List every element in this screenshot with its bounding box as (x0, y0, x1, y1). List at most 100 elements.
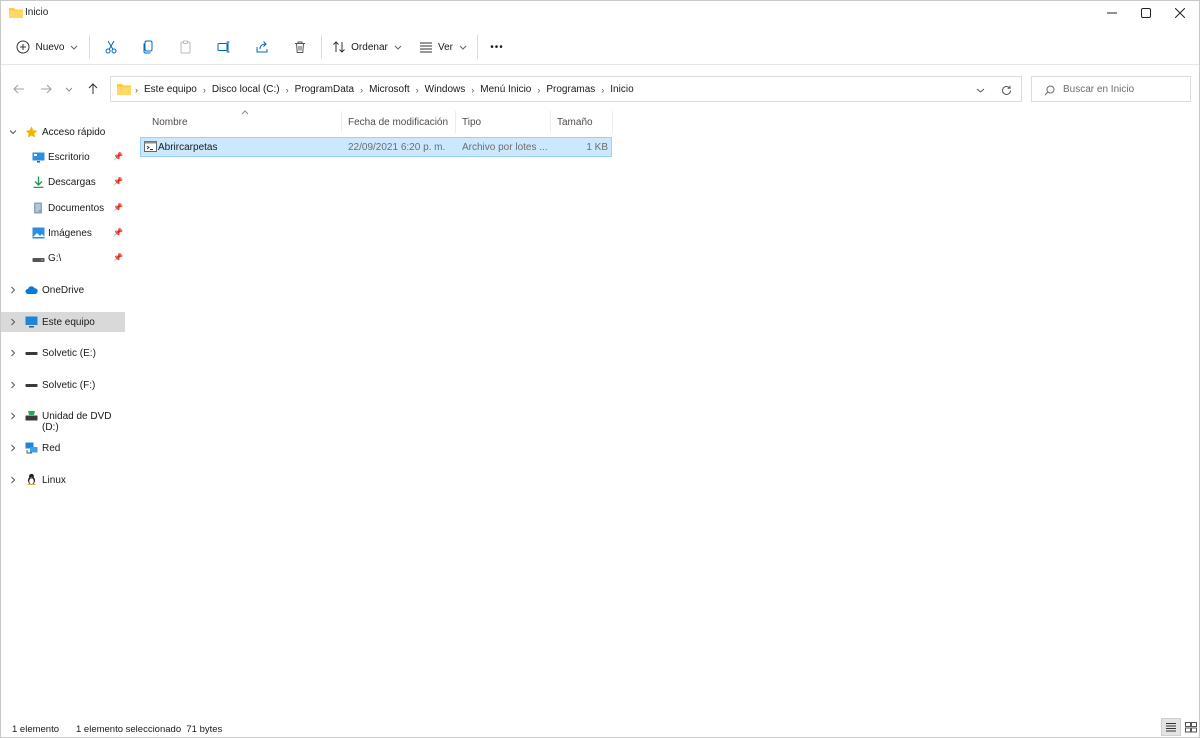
maximize-icon (1141, 8, 1151, 18)
chevron-right-icon[interactable] (9, 349, 17, 357)
copy-button[interactable] (136, 35, 160, 59)
minimize-button[interactable] (1093, 1, 1131, 25)
arrow-up-icon (88, 83, 98, 94)
sidebar-item-solvetic-f[interactable]: Solvetic (F:) (1, 375, 125, 395)
sidebar-item-quick-access[interactable]: Acceso rápido (1, 122, 125, 142)
sidebar-item-onedrive[interactable]: OneDrive (1, 280, 125, 300)
sidebar-item-pictures[interactable]: Imágenes 📌 (1, 223, 125, 243)
tiles-view-button[interactable] (1181, 718, 1200, 736)
column-header-modified[interactable]: Fecha de modificación (348, 117, 448, 128)
pictures-icon (32, 227, 45, 239)
sidebar-item-downloads[interactable]: Descargas 📌 (1, 172, 125, 192)
new-button[interactable]: Nuevo (13, 35, 81, 59)
new-label: Nuevo (35, 41, 65, 53)
paste-button[interactable] (174, 35, 198, 59)
sidebar-item-g-drive[interactable]: G:\ 📌 (1, 248, 125, 268)
breadcrumb-item[interactable]: Windows (425, 84, 466, 95)
delete-button[interactable] (288, 35, 312, 59)
sidebar-item-desktop[interactable]: Escritorio 📌 (1, 147, 125, 167)
sort-button[interactable]: Ordenar (331, 35, 403, 59)
computer-icon (25, 316, 38, 328)
arrow-left-icon (13, 84, 24, 94)
breadcrumb-item[interactable]: Este equipo (144, 84, 197, 95)
dvd-icon (25, 411, 38, 421)
chevron-right-icon[interactable]: › (471, 85, 474, 95)
sidebar-item-solvetic-e[interactable]: Solvetic (E:) (1, 343, 125, 363)
breadcrumb-item[interactable]: Programas (546, 84, 595, 95)
maximize-button[interactable] (1127, 1, 1165, 25)
close-button[interactable] (1161, 1, 1199, 25)
cut-button[interactable] (99, 35, 123, 59)
column-divider[interactable] (612, 111, 613, 133)
sidebar-item-label: Acceso rápido (42, 127, 106, 138)
chevron-right-icon[interactable] (9, 412, 17, 420)
details-view-icon (1166, 722, 1176, 731)
paste-icon (180, 40, 191, 54)
breadcrumb-item[interactable]: ProgramData (295, 84, 354, 95)
sidebar-item-this-pc[interactable]: Este equipo (1, 312, 125, 332)
plus-circle-icon (16, 40, 30, 54)
drive-icon (25, 352, 38, 355)
view-button[interactable]: Ver (417, 35, 469, 59)
breadcrumb-item[interactable]: Microsoft (369, 84, 410, 95)
chevron-right-icon[interactable]: › (286, 85, 289, 95)
column-header-name[interactable]: Nombre (152, 117, 188, 128)
forward-button[interactable] (36, 79, 56, 99)
details-view-button[interactable] (1161, 718, 1181, 736)
more-options-button[interactable]: ••• (485, 35, 509, 59)
tiles-view-icon (1185, 721, 1197, 732)
sidebar-item-label: Escritorio (48, 152, 90, 163)
column-divider[interactable] (550, 111, 551, 133)
back-button[interactable] (9, 79, 29, 99)
sidebar-item-label: Solvetic (F:) (42, 380, 96, 391)
rename-button[interactable] (212, 35, 236, 59)
column-header-type[interactable]: Tipo (462, 117, 481, 128)
sidebar-item-network[interactable]: Red (1, 438, 125, 458)
sidebar-item-documents[interactable]: Documentos 📌 (1, 198, 125, 218)
status-item-count: 1 elemento (12, 724, 60, 735)
pin-icon: 📌 (113, 203, 123, 212)
chevron-right-icon[interactable]: › (360, 85, 363, 95)
column-header-size[interactable]: Tamaño (557, 117, 593, 128)
chevron-right-icon[interactable] (9, 476, 17, 484)
chevron-right-icon[interactable]: › (416, 85, 419, 95)
chevron-right-icon[interactable]: › (601, 85, 604, 95)
chevron-down-icon[interactable] (9, 128, 17, 136)
chevron-right-icon[interactable] (9, 444, 17, 452)
breadcrumb-item[interactable]: Menú Inicio (480, 84, 531, 95)
sidebar-item-linux[interactable]: Linux (1, 470, 125, 490)
explorer-window: Inicio Nuevo Ordenar Ver ••• › Este equi… (0, 0, 1200, 738)
sidebar-item-dvd[interactable]: Unidad de DVD (D:) (1, 406, 125, 433)
address-bar[interactable]: › Este equipo › Disco local (C:) › Progr… (110, 76, 1022, 102)
chevron-down-icon (459, 45, 467, 50)
recent-locations-button[interactable] (61, 79, 77, 99)
arrow-right-icon (41, 84, 52, 94)
search-input[interactable]: Buscar en Inicio (1031, 76, 1191, 102)
pin-icon: 📌 (113, 253, 123, 262)
share-button[interactable] (250, 35, 274, 59)
sidebar-item-label: Imágenes (48, 228, 92, 239)
chevron-right-icon[interactable] (9, 318, 17, 326)
address-history-button[interactable] (973, 84, 987, 96)
breadcrumb-item[interactable]: Disco local (C:) (212, 84, 280, 95)
toolbar-divider (321, 35, 322, 59)
network-icon (25, 442, 38, 454)
column-divider[interactable] (341, 111, 342, 133)
close-icon (1175, 8, 1185, 18)
refresh-button[interactable] (999, 83, 1013, 97)
drive-icon (25, 384, 38, 387)
command-bar: Nuevo Ordenar Ver ••• (1, 29, 1199, 65)
chevron-right-icon[interactable] (9, 286, 17, 294)
chevron-right-icon[interactable]: › (537, 85, 540, 95)
chevron-right-icon[interactable]: › (203, 85, 206, 95)
search-placeholder: Buscar en Inicio (1063, 84, 1135, 95)
column-divider[interactable] (455, 111, 456, 133)
chevron-down-icon (976, 88, 984, 93)
toolbar-divider (89, 35, 90, 59)
file-row[interactable]: Abrircarpetas 22/09/2021 6:20 p. m. Arch… (140, 137, 612, 157)
up-button[interactable] (83, 79, 103, 99)
chevron-right-icon[interactable] (9, 381, 17, 389)
breadcrumb: › Este equipo › Disco local (C:) › Progr… (135, 84, 634, 95)
breadcrumb-item[interactable]: Inicio (610, 84, 633, 95)
scissors-icon (105, 40, 117, 54)
